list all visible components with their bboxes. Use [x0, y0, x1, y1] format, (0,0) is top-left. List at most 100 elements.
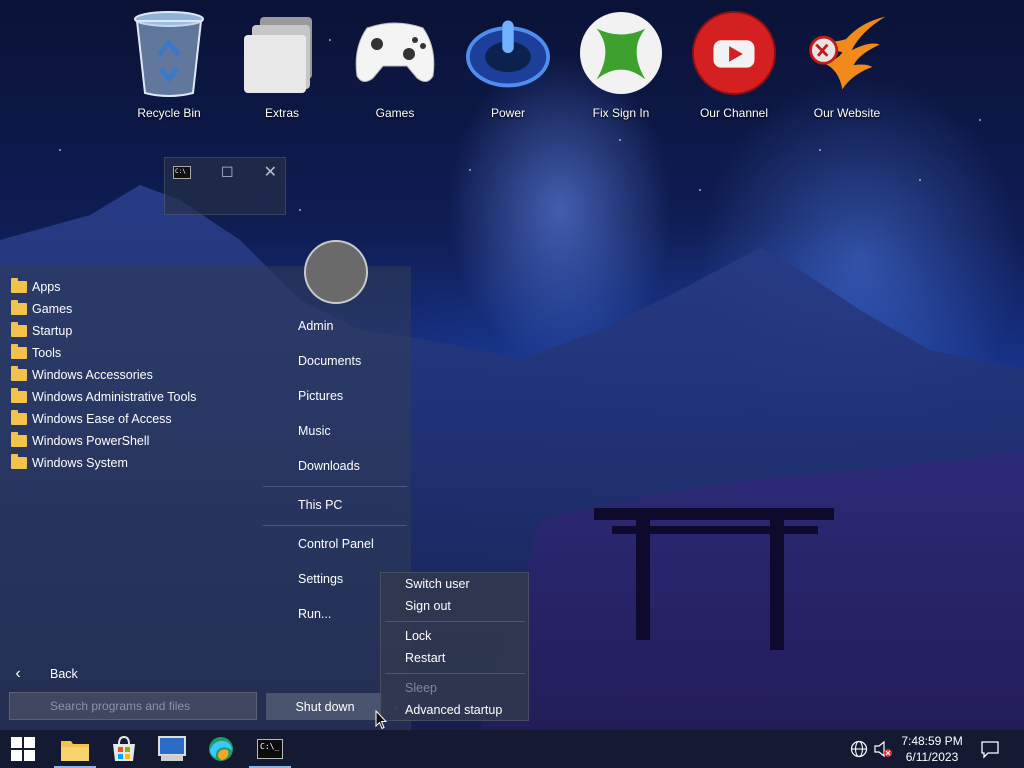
network-globe-icon[interactable]: [849, 739, 869, 759]
folder-item-label: Startup: [32, 324, 73, 338]
desktop-icon-label: Extras: [264, 106, 299, 120]
menu-item-advanced-startup[interactable]: Advanced startup: [405, 699, 502, 721]
desktop-icon-label: Power: [490, 106, 525, 120]
folder-icon: [11, 322, 27, 337]
microsoft-store-icon: [113, 736, 135, 761]
start-icon: [11, 737, 35, 761]
folder-icon: [11, 388, 27, 403]
folder-item-windows-system[interactable]: Windows System: [11, 452, 128, 474]
phoenix-logo-icon: [805, 8, 889, 98]
places-item-run[interactable]: Run...: [298, 603, 331, 625]
xbox-icon: [579, 8, 663, 98]
folder-item-label: Games: [32, 302, 73, 316]
folder-stack-icon: [240, 8, 324, 98]
maximize-icon[interactable]: ☐: [221, 164, 234, 181]
folder-item-tools[interactable]: Tools: [11, 342, 61, 364]
back-button[interactable]: ‹ Back: [0, 656, 263, 692]
start-menu: Apps Games Startup Tools Windows Accesso…: [0, 240, 411, 731]
folder-icon: [11, 432, 27, 447]
desktop-icon-label: Games: [375, 106, 415, 120]
folder-icon: [11, 410, 27, 425]
menu-item-restart[interactable]: Restart: [405, 647, 445, 669]
desktop-icon-label: Fix Sign In: [592, 106, 650, 120]
divider: [385, 673, 525, 674]
folder-item-label: Apps: [32, 280, 61, 294]
power-options-menu: Switch user Sign out Lock Restart Sleep …: [380, 572, 529, 721]
divider: [385, 621, 525, 622]
folder-item-label: Windows Accessories: [32, 368, 153, 382]
chevron-left-icon: ‹: [15, 665, 21, 682]
folder-item-windows-powershell[interactable]: Windows PowerShell: [11, 430, 149, 452]
command-prompt-icon: C:\: [173, 165, 191, 179]
start-menu-programs-pane: Apps Games Startup Tools Windows Accesso…: [0, 266, 263, 731]
desktop-icon-our-channel[interactable]: Our Channel: [684, 8, 784, 120]
desktop-icon-power[interactable]: Power: [458, 8, 558, 120]
taskbar-app-microsoft-store[interactable]: [101, 730, 147, 768]
search-input[interactable]: [10, 693, 256, 719]
youtube-icon: [692, 8, 776, 98]
desktop-icon-label: Our Website: [813, 106, 881, 120]
folder-item-windows-ease-of-access[interactable]: Windows Ease of Access: [11, 408, 172, 430]
folder-item-label: Windows Administrative Tools: [32, 390, 197, 404]
clock-time: 7:48:59 PM: [901, 734, 963, 748]
taskbar: C:\_ 7:48:59 PM 6/11/2023: [0, 730, 1024, 768]
desktop-icon-extras[interactable]: Extras: [232, 8, 332, 120]
menu-item-sleep: Sleep: [405, 681, 437, 695]
recycle-bin-icon: [127, 8, 211, 98]
volume-muted-icon[interactable]: [873, 739, 893, 759]
folder-item-games[interactable]: Games: [11, 298, 72, 320]
places-item-downloads[interactable]: Downloads: [298, 455, 360, 477]
desktop-icon-label: Recycle Bin: [137, 106, 201, 120]
places-item-documents[interactable]: Documents: [298, 350, 361, 372]
folder-item-startup[interactable]: Startup: [11, 320, 72, 342]
gamepad-icon: [353, 8, 437, 98]
menu-item-switch-user[interactable]: Switch user: [405, 573, 470, 595]
search-box[interactable]: [9, 692, 257, 720]
folder-icon: [11, 278, 27, 293]
divider: [263, 486, 407, 487]
taskbar-app-command-prompt[interactable]: C:\_: [247, 730, 293, 768]
places-item-music[interactable]: Music: [298, 420, 331, 442]
taskbar-app-remote-desktop[interactable]: [149, 730, 195, 768]
close-icon[interactable]: ✕: [264, 162, 277, 182]
desktop-icon-our-website[interactable]: Our Website: [797, 8, 897, 120]
edge-browser-icon: [209, 737, 233, 761]
folder-icon: [11, 454, 27, 469]
notification-center-icon[interactable]: [980, 739, 1002, 759]
shutdown-button[interactable]: Shut down: [266, 693, 384, 720]
folder-icon: [11, 300, 27, 315]
file-explorer-icon: [61, 741, 89, 761]
remote-desktop-icon: [158, 736, 186, 761]
folder-icon: [11, 366, 27, 381]
start-button[interactable]: [0, 730, 46, 768]
mouse-cursor-icon: [375, 710, 387, 730]
system-clock[interactable]: 7:48:59 PM 6/11/2023: [894, 730, 970, 768]
desktop-icon-games[interactable]: Games: [345, 8, 445, 120]
clock-date: 6/11/2023: [905, 750, 959, 764]
folder-item-apps[interactable]: Apps: [11, 276, 61, 298]
folder-item-label: Windows PowerShell: [32, 434, 150, 448]
power-icon: [466, 8, 550, 98]
menu-item-lock[interactable]: Lock: [405, 625, 431, 647]
command-prompt-icon: C:\_: [257, 739, 283, 759]
divider: [263, 525, 407, 526]
window-titlebar[interactable]: C:\ ☐ ✕: [165, 158, 285, 186]
command-prompt-window[interactable]: C:\ ☐ ✕: [164, 157, 286, 215]
taskbar-app-edge[interactable]: [198, 730, 244, 768]
places-item-pictures[interactable]: Pictures: [298, 385, 343, 407]
menu-item-sign-out[interactable]: Sign out: [405, 595, 451, 617]
folder-item-windows-accessories[interactable]: Windows Accessories: [11, 364, 153, 386]
folder-item-label: Windows Ease of Access: [32, 412, 172, 426]
folder-item-windows-administrative-tools[interactable]: Windows Administrative Tools: [11, 386, 196, 408]
places-item-settings[interactable]: Settings: [298, 568, 343, 590]
desktop-icon-fix-sign-in[interactable]: Fix Sign In: [571, 8, 671, 120]
places-item-admin[interactable]: Admin: [298, 315, 333, 337]
desktop-icon-recycle-bin[interactable]: Recycle Bin: [119, 8, 219, 120]
taskbar-app-file-explorer[interactable]: [52, 730, 98, 768]
places-item-this-pc[interactable]: This PC: [298, 494, 342, 516]
folder-icon: [11, 344, 27, 359]
folder-item-label: Tools: [32, 346, 62, 360]
places-item-control-panel[interactable]: Control Panel: [298, 533, 374, 555]
folder-item-label: Windows System: [32, 456, 128, 470]
avatar[interactable]: [304, 240, 368, 304]
